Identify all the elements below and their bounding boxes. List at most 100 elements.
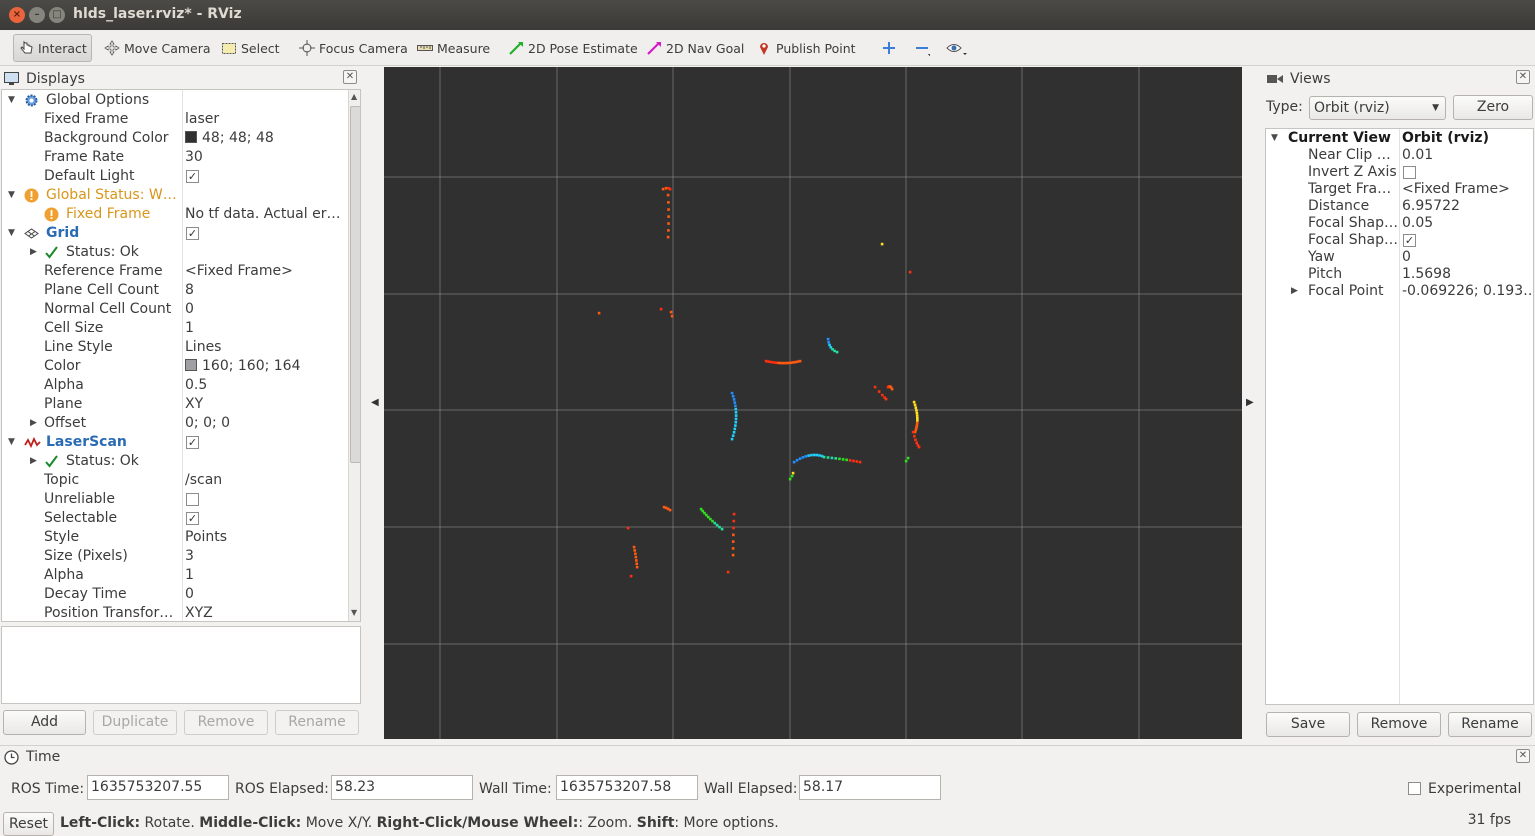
remove-view-button[interactable]: Remove — [1357, 712, 1441, 737]
display-row-value[interactable]: 0; 0; 0 — [185, 414, 345, 433]
view-property-value[interactable]: 1.5698 — [1402, 266, 1532, 283]
display-row-value[interactable]: 1 — [185, 319, 345, 338]
display-row[interactable]: Size (Pixels) 3 — [2, 547, 348, 566]
display-row[interactable]: Normal Cell Count 0 — [2, 300, 348, 319]
display-row[interactable]: ▼ LaserScan ✓ — [2, 433, 348, 452]
view-property-value[interactable]: 0 — [1402, 249, 1532, 266]
view-property-row[interactable]: Yaw 0 — [1266, 249, 1533, 266]
view-checkbox[interactable] — [1403, 166, 1416, 179]
display-checkbox[interactable] — [186, 493, 199, 506]
expand-down-icon[interactable]: ▼ — [8, 91, 15, 110]
left-splitter[interactable]: ◀ — [362, 67, 383, 739]
display-row-value[interactable]: <Fixed Frame> — [185, 262, 345, 281]
view-property-row[interactable]: ▶ Focal Point -0.069226; 0.193… — [1266, 283, 1533, 300]
pose-estimate-tool[interactable]: 2D Pose Estimate — [508, 34, 638, 62]
maximize-window-button[interactable]: □ — [49, 7, 65, 23]
wall-time-field[interactable]: 1635753207.58 — [556, 775, 698, 800]
rename-view-button[interactable]: Rename — [1448, 712, 1532, 737]
display-row-value[interactable]: /scan — [185, 471, 345, 490]
reset-button[interactable]: Reset — [3, 812, 54, 836]
time-close-button[interactable]: ✕ — [1516, 749, 1530, 763]
panels-visibility-button[interactable] — [946, 34, 967, 62]
display-row[interactable]: Selectable ✓ — [2, 509, 348, 528]
view-property-value[interactable]: Orbit (rviz) — [1402, 130, 1532, 147]
display-row-value[interactable]: 0 — [185, 300, 345, 319]
display-row-value[interactable]: XYZ — [185, 604, 345, 621]
collapse-right-icon[interactable]: ▶ — [1246, 397, 1254, 408]
display-row[interactable]: Unreliable — [2, 490, 348, 509]
display-row[interactable]: Color 160; 160; 164 — [2, 357, 348, 376]
display-row-value[interactable]: 0.5 — [185, 376, 345, 395]
view-property-value[interactable]: 6.95722 — [1402, 198, 1532, 215]
scroll-down-icon[interactable]: ▼ — [351, 608, 357, 617]
display-row-value[interactable]: 8 — [185, 281, 345, 300]
display-checkbox[interactable]: ✓ — [186, 227, 199, 240]
measure-tool[interactable]: Measure — [417, 34, 490, 62]
publish-point-tool[interactable]: Publish Point — [756, 34, 856, 62]
display-checkbox[interactable]: ✓ — [186, 170, 199, 183]
collapse-left-icon[interactable]: ◀ — [371, 397, 379, 408]
display-checkbox[interactable]: ✓ — [186, 436, 199, 449]
zero-view-button[interactable]: Zero — [1453, 95, 1533, 120]
nav-goal-tool[interactable]: 2D Nav Goal — [646, 34, 744, 62]
views-close-button[interactable]: ✕ — [1516, 70, 1530, 84]
scroll-up-icon[interactable]: ▲ — [351, 92, 357, 101]
view-property-value[interactable]: <Fixed Frame> — [1402, 181, 1532, 198]
add-display-button[interactable]: Add — [3, 710, 86, 735]
view-checkbox[interactable]: ✓ — [1403, 234, 1416, 247]
render-viewport[interactable] — [384, 67, 1242, 739]
display-row-value[interactable]: laser — [185, 110, 345, 129]
view-property-value[interactable]: -0.069226; 0.193… — [1402, 283, 1532, 300]
select-tool[interactable]: Select — [221, 34, 280, 62]
display-checkbox[interactable]: ✓ — [186, 512, 199, 525]
color-swatch[interactable] — [185, 359, 197, 371]
display-row-value[interactable]: No tf data. Actual er… — [185, 205, 345, 224]
view-property-value[interactable]: 0.05 — [1402, 215, 1532, 232]
displays-scrollbar[interactable]: ▲ ▼ — [348, 90, 360, 621]
views-type-select[interactable]: Orbit (rviz) ▼ — [1309, 96, 1446, 120]
display-row[interactable]: Position Transfor… XYZ — [2, 604, 348, 621]
close-window-button[interactable]: × — [9, 7, 25, 23]
view-property-row[interactable]: Pitch 1.5698 — [1266, 266, 1533, 283]
display-row[interactable]: Style Points — [2, 528, 348, 547]
focus-camera-tool[interactable]: Focus Camera — [299, 34, 408, 62]
display-row-value[interactable]: 160; 160; 164 — [185, 357, 345, 376]
display-row[interactable]: Reference Frame <Fixed Frame> — [2, 262, 348, 281]
expand-down-icon[interactable]: ▼ — [8, 433, 15, 452]
expand-down-icon[interactable]: ▼ — [8, 186, 15, 205]
display-row[interactable]: ▶ Offset 0; 0; 0 — [2, 414, 348, 433]
experimental-checkbox[interactable] — [1408, 782, 1421, 795]
view-property-row[interactable]: Target Fra… <Fixed Frame> — [1266, 181, 1533, 198]
display-row-value[interactable]: 48; 48; 48 — [185, 129, 345, 148]
views-tree[interactable]: ▼ Current View Orbit (rviz) Near Clip … 0.01… — [1265, 128, 1534, 705]
display-row-value[interactable]: 3 — [185, 547, 345, 566]
display-row[interactable]: ▶ Status: Ok — [2, 452, 348, 471]
remove-display-button[interactable]: Remove — [184, 710, 268, 735]
minimize-window-button[interactable]: – — [29, 7, 45, 23]
expand-right-icon[interactable]: ▶ — [30, 243, 37, 262]
display-row[interactable]: ▼ Grid ✓ — [2, 224, 348, 243]
display-row[interactable]: ▼ Global Status: W… — [2, 186, 348, 205]
display-row[interactable]: Background Color 48; 48; 48 — [2, 129, 348, 148]
add-tool-button[interactable] — [881, 34, 901, 62]
display-row[interactable]: Cell Size 1 — [2, 319, 348, 338]
expand-right-icon[interactable]: ▶ — [30, 452, 37, 471]
rename-display-button[interactable]: Rename — [275, 710, 359, 735]
display-row-value[interactable]: 30 — [185, 148, 345, 167]
ros-time-field[interactable]: 1635753207.55 — [87, 775, 229, 800]
display-row[interactable]: Plane Cell Count 8 — [2, 281, 348, 300]
display-row-value[interactable]: Points — [185, 528, 345, 547]
view-property-value[interactable]: 0.01 — [1402, 147, 1532, 164]
view-property-row[interactable]: Invert Z Axis — [1266, 164, 1533, 181]
expand-down-icon[interactable]: ▼ — [8, 224, 15, 243]
interact-tool[interactable]: Interact — [13, 34, 92, 62]
display-row-value[interactable]: 1 — [185, 566, 345, 585]
display-row[interactable]: Fixed Frame laser — [2, 110, 348, 129]
view-property-row[interactable]: Distance 6.95722 — [1266, 198, 1533, 215]
display-row[interactable]: Alpha 0.5 — [2, 376, 348, 395]
display-row-value[interactable]: Lines — [185, 338, 345, 357]
display-row[interactable]: Plane XY — [2, 395, 348, 414]
scrollbar-thumb[interactable] — [350, 106, 360, 463]
ros-elapsed-field[interactable]: 58.23 — [331, 775, 473, 800]
save-view-button[interactable]: Save — [1266, 712, 1350, 737]
